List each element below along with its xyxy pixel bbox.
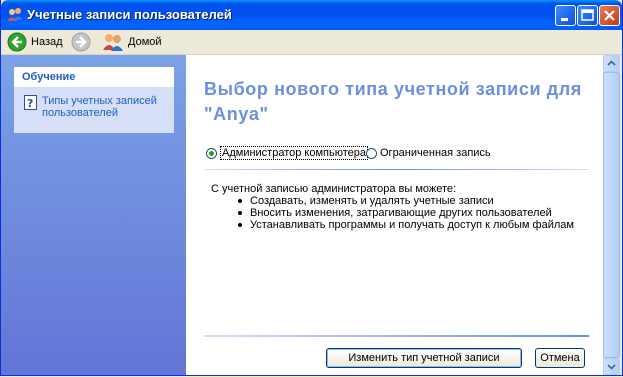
option-administrator-label: Администратор компьютера xyxy=(220,146,368,160)
option-administrator[interactable]: Администратор компьютера xyxy=(206,146,368,160)
scroll-thumb[interactable] xyxy=(603,72,620,358)
title-bar[interactable]: Учетные записи пользователей xyxy=(1,0,622,30)
scroll-down-button[interactable] xyxy=(603,358,620,375)
cancel-button[interactable]: Отмена xyxy=(535,348,585,368)
forward-button[interactable] xyxy=(71,32,91,52)
list-item: Создавать, изменять и удалять учетные за… xyxy=(236,195,574,207)
capabilities-list: Создавать, изменять и удалять учетные за… xyxy=(236,195,574,231)
list-item: Устанавливать программы и получать досту… xyxy=(236,219,574,231)
home-users-icon xyxy=(103,34,123,51)
bottom-divider xyxy=(204,335,589,337)
option-limited-label: Ограниченная запись xyxy=(380,147,491,159)
divider xyxy=(204,169,589,170)
chevron-down-icon xyxy=(607,364,616,370)
main-content: Выбор нового типа учетной записи для "An… xyxy=(186,55,603,375)
home-label: Домой xyxy=(128,36,162,48)
help-icon: ? xyxy=(24,95,37,110)
back-arrow-icon xyxy=(7,32,27,52)
forward-arrow-icon xyxy=(71,32,91,52)
close-button[interactable] xyxy=(599,5,620,26)
radio-limited[interactable] xyxy=(366,147,377,159)
description: С учетной записью администратора вы може… xyxy=(211,183,457,195)
maximize-icon xyxy=(581,9,594,21)
sidebar: Обучение ? Типы учетных записей пользова… xyxy=(1,55,186,375)
sidebar-link-account-types[interactable]: ? Типы учетных записей пользователей xyxy=(24,95,172,119)
list-item: Вносить изменения, затрагивающие других … xyxy=(236,207,574,219)
maximize-button[interactable] xyxy=(577,5,598,26)
back-button[interactable]: Назад xyxy=(7,32,63,52)
option-limited[interactable]: Ограниченная запись xyxy=(366,146,491,160)
toolbar: Назад Домой xyxy=(1,30,622,55)
vertical-scrollbar[interactable] xyxy=(603,55,620,375)
svg-text:?: ? xyxy=(27,97,33,110)
scroll-up-button[interactable] xyxy=(603,55,620,72)
panel-title: Обучение xyxy=(14,67,174,87)
window: Учетные записи пользователей Назад Домой… xyxy=(0,0,623,376)
back-label: Назад xyxy=(31,36,63,48)
users-icon xyxy=(7,8,23,21)
minimize-icon xyxy=(561,18,568,21)
sidebar-link-label: Типы учетных записей пользователей xyxy=(42,95,157,119)
page-title: Выбор нового типа учетной записи для "An… xyxy=(204,79,582,124)
home-button[interactable]: Домой xyxy=(102,32,162,52)
radio-administrator[interactable] xyxy=(206,147,217,159)
close-icon xyxy=(604,10,615,21)
chevron-up-icon xyxy=(607,60,616,66)
learn-panel: Обучение ? Типы учетных записей пользова… xyxy=(14,67,174,133)
minimize-button[interactable] xyxy=(555,5,576,26)
change-account-type-button[interactable]: Изменить тип учетной записи xyxy=(326,348,522,368)
window-title: Учетные записи пользователей xyxy=(27,7,232,22)
